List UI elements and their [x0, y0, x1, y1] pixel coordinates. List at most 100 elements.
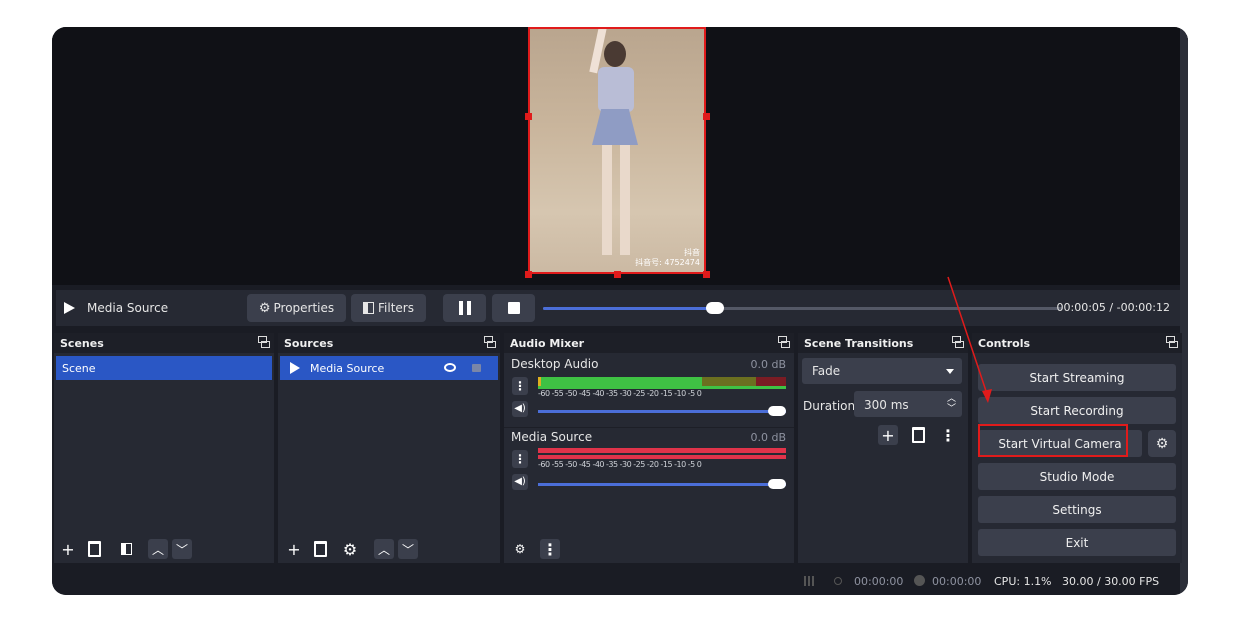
seek-slider[interactable]: [543, 302, 1063, 314]
fps-counter: 30.00 / 30.00 FPS: [1062, 575, 1160, 588]
gear-icon: ⚙: [258, 300, 271, 316]
pause-button[interactable]: [443, 294, 486, 322]
resize-handle[interactable]: [703, 271, 710, 278]
transition-select[interactable]: Fade: [802, 358, 962, 384]
kebab-icon[interactable]: ⋮: [512, 377, 528, 395]
gear-icon[interactable]: ⚙: [340, 539, 360, 559]
eye-icon[interactable]: [444, 363, 456, 372]
mixer-channel: Desktop Audio 0.0 dB ⋮ -60 -55 -50 -45 -…: [504, 355, 794, 425]
resize-handle[interactable]: [525, 113, 532, 120]
status-bar: 00:00:00 00:00:00 CPU: 1.1% 30.00 / 30.0…: [52, 567, 1180, 595]
scene-item[interactable]: Scene: [56, 356, 272, 380]
play-icon: [64, 302, 75, 314]
undock-icon[interactable]: [952, 336, 964, 348]
dock-title: Audio Mixer: [510, 337, 585, 350]
stop-icon: [507, 302, 520, 314]
dock-header: Scene Transitions: [798, 333, 968, 353]
seek-progress: [543, 307, 715, 310]
dock-title: Sources: [284, 337, 334, 350]
duration-spinbox[interactable]: 300 ms ︿ ﹀: [854, 391, 962, 417]
filter-icon[interactable]: [116, 539, 136, 559]
stream-time: 00:00:00: [854, 575, 904, 588]
mixer-channel: Media Source 0.0 dB ⋮ -60 -55 -50 -45 -4…: [504, 427, 794, 498]
play-icon: [290, 362, 300, 374]
start-recording-button[interactable]: Start Recording: [978, 397, 1176, 424]
dock-title: Scene Transitions: [804, 337, 914, 350]
scenes-dock: Scenes Scene + ︿ ﹀: [54, 333, 274, 563]
undock-icon[interactable]: [778, 336, 790, 348]
up-icon[interactable]: ︿: [374, 539, 394, 559]
filters-button[interactable]: Filters: [351, 294, 426, 322]
plus-icon[interactable]: +: [58, 539, 78, 559]
resize-handle[interactable]: [703, 113, 710, 120]
channel-name: Desktop Audio: [511, 357, 599, 371]
dock-header: Sources: [278, 333, 500, 353]
record-time: 00:00:00: [932, 575, 982, 588]
channel-db: 0.0 dB: [750, 358, 786, 371]
lock-icon[interactable]: [472, 364, 481, 372]
media-source-name: Media Source: [87, 301, 169, 315]
audio-mixer-dock: Audio Mixer Desktop Audio 0.0 dB ⋮ -60 -…: [504, 333, 794, 563]
kebab-icon[interactable]: ⋮: [938, 425, 958, 445]
duration-label: Duration: [803, 399, 856, 413]
dock-title: Controls: [978, 337, 1031, 350]
media-time: 00:00:05 / -00:00:12: [1056, 301, 1170, 314]
studio-mode-button[interactable]: Studio Mode: [978, 463, 1176, 490]
obs-window: 抖音 抖音号: 4752474 Media Source ⚙ Propertie…: [52, 27, 1188, 595]
up-icon[interactable]: ︿: [148, 539, 168, 559]
volume-slider[interactable]: [538, 483, 786, 486]
scene-transitions-dock: Scene Transitions Fade Duration 300 ms ︿…: [798, 333, 968, 563]
gear-icon[interactable]: ⚙: [1148, 430, 1176, 457]
undock-icon[interactable]: [258, 336, 270, 348]
source-selection-box[interactable]: [528, 27, 706, 274]
preview-canvas[interactable]: 抖音 抖音号: 4752474: [52, 27, 1188, 285]
cpu-usage: CPU: 1.1%: [994, 575, 1052, 588]
plus-icon[interactable]: +: [878, 425, 898, 445]
plus-icon[interactable]: +: [284, 539, 304, 559]
dock-header: Audio Mixer: [504, 333, 794, 353]
seek-handle[interactable]: [705, 302, 724, 314]
virtual-camera-highlight: [978, 424, 1128, 457]
exit-button[interactable]: Exit: [978, 529, 1176, 556]
undock-icon[interactable]: [1166, 336, 1178, 348]
trash-icon[interactable]: [84, 539, 104, 559]
volume-slider[interactable]: [538, 410, 786, 413]
down-icon[interactable]: ﹀: [172, 539, 192, 559]
undock-icon[interactable]: [484, 336, 496, 348]
resize-handle[interactable]: [525, 271, 532, 278]
kebab-icon[interactable]: ⋮: [540, 539, 560, 559]
dock-header: Scenes: [54, 333, 274, 353]
spin-arrows-icon[interactable]: ︿ ﹀: [947, 394, 956, 414]
channel-db: 0.0 dB: [750, 431, 786, 444]
speaker-icon[interactable]: ◀): [512, 401, 528, 417]
trash-icon[interactable]: [310, 539, 330, 559]
circle-icon: [914, 575, 925, 586]
start-streaming-button[interactable]: Start Streaming: [978, 364, 1176, 391]
record-icon: [834, 577, 842, 585]
network-bars-icon: [804, 576, 816, 586]
stop-button[interactable]: [492, 294, 535, 322]
filter-icon: [363, 302, 374, 314]
channel-name: Media Source: [511, 430, 593, 444]
level-meter: [538, 448, 786, 453]
volume-handle[interactable]: [768, 406, 786, 416]
media-controls-bar: Media Source ⚙ Properties Filters 00:00:…: [56, 290, 1180, 326]
dock-header: Controls: [972, 333, 1182, 353]
source-item[interactable]: Media Source: [280, 356, 498, 380]
down-icon[interactable]: ﹀: [398, 539, 418, 559]
settings-button[interactable]: Settings: [978, 496, 1176, 523]
meter-scale: -60 -55 -50 -45 -40 -35 -30 -25 -20 -15 …: [538, 460, 702, 469]
volume-handle[interactable]: [768, 479, 786, 489]
properties-button[interactable]: ⚙ Properties: [247, 294, 346, 322]
sources-dock: Sources Media Source + ⚙ ︿ ﹀: [278, 333, 500, 563]
resize-handle[interactable]: [614, 271, 621, 278]
gear-icon[interactable]: ⚙: [510, 539, 530, 559]
pause-icon: [458, 301, 463, 315]
dock-title: Scenes: [60, 337, 104, 350]
trash-icon[interactable]: [908, 425, 928, 445]
kebab-icon[interactable]: ⋮: [512, 450, 528, 468]
level-meter: [538, 455, 786, 459]
meter-scale: -60 -55 -50 -45 -40 -35 -30 -25 -20 -15 …: [538, 389, 702, 398]
speaker-icon[interactable]: ◀): [512, 474, 528, 490]
level-meter: [538, 377, 786, 386]
